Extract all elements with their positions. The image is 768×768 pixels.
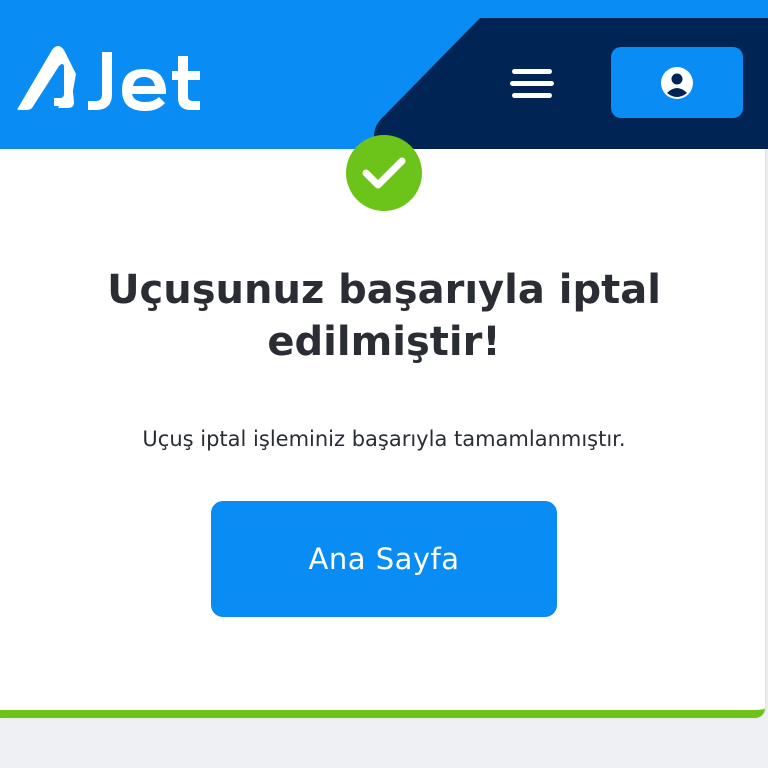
status-strip <box>0 0 768 19</box>
page-title: Uçuşunuz başarıyla iptal edilmiştir! <box>107 267 661 365</box>
confirmation-message: Uçuş iptal işleminiz başarıyla tamamlanm… <box>142 427 626 451</box>
account-button[interactable] <box>611 47 743 118</box>
user-circle-icon <box>661 66 693 99</box>
hamburger-menu-icon <box>510 69 554 98</box>
check-circle-icon <box>346 135 422 211</box>
menu-button[interactable] <box>502 62 562 106</box>
home-button[interactable]: Ana Sayfa <box>211 501 557 617</box>
app-header <box>0 18 768 149</box>
ajet-logo[interactable] <box>14 44 214 124</box>
